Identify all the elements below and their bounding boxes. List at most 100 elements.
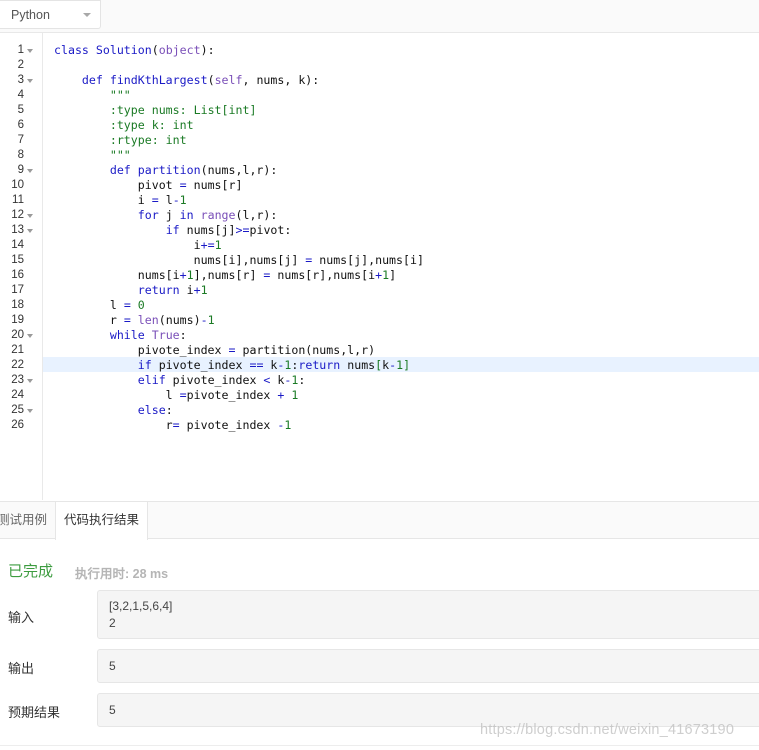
code-token: ( <box>151 43 159 57</box>
language-select[interactable]: Python <box>0 0 101 29</box>
code-line: i+=1 <box>54 238 222 253</box>
code-token: + <box>193 283 201 297</box>
code-token: :rtype: int <box>109 133 187 147</box>
fold-arrow-icon[interactable] <box>27 79 33 83</box>
code-token: pivote_index <box>186 388 278 402</box>
code-token: def <box>109 163 138 177</box>
code-token: = <box>179 178 187 192</box>
code-token: pivote_index <box>158 358 250 372</box>
code-token: 1 <box>186 268 194 282</box>
code-token: nums[i],nums[j] <box>54 253 306 267</box>
input-value-box: [3,2,1,5,6,4] 2 <box>97 590 759 639</box>
code-token: (nums,l,r): <box>200 163 278 177</box>
line-number: 3 <box>17 74 24 86</box>
code-token: ): <box>200 43 215 57</box>
code-line: """ <box>54 88 131 103</box>
code-token: object <box>158 43 201 57</box>
code-token: self <box>214 73 243 87</box>
line-number: 17 <box>11 284 24 296</box>
line-number: 2 <box>17 59 24 71</box>
fold-arrow-icon[interactable] <box>27 409 33 413</box>
divider <box>0 745 759 746</box>
code-token: range <box>200 208 236 222</box>
code-line: :type nums: List[int] <box>54 103 257 118</box>
tab-testcase[interactable]: 测试用例 <box>0 502 55 539</box>
code-token: ] <box>389 268 397 282</box>
code-token: class <box>54 43 96 57</box>
fold-arrow-icon[interactable] <box>27 214 33 218</box>
code-line: if nums[j]>=pivot: <box>54 223 292 238</box>
fold-arrow-icon[interactable] <box>27 169 33 173</box>
code-token: partition <box>137 163 201 177</box>
code-token: Solution <box>95 43 152 57</box>
line-number: 15 <box>11 254 24 266</box>
fold-arrow-icon[interactable] <box>27 379 33 383</box>
code-token: , nums, k): <box>242 73 320 87</box>
code-line: for j in range(l,r): <box>54 208 278 223</box>
code-token: >= <box>235 223 250 237</box>
code-token: = <box>179 388 187 402</box>
code-token: """ <box>109 148 131 162</box>
code-token: for <box>137 208 166 222</box>
line-number: 16 <box>11 269 24 281</box>
code-token: - <box>200 313 208 327</box>
code-token: (nums) <box>158 313 201 327</box>
result-tab-bar: 测试用例 代码执行结果 <box>0 501 759 540</box>
code-token: = <box>151 193 159 207</box>
expected-value: 5 <box>109 703 116 717</box>
fold-arrow-icon[interactable] <box>27 229 33 233</box>
code-token: + <box>179 268 187 282</box>
tab-result[interactable]: 代码执行结果 <box>55 502 148 540</box>
code-token: 1 <box>284 418 292 432</box>
code-token: ] <box>403 358 411 372</box>
line-number: 11 <box>12 194 24 206</box>
code-line: if pivote_index == k-1:return nums[k-1] <box>54 358 410 373</box>
watermark: https://blog.csdn.net/weixin_41673190 <box>480 722 735 738</box>
code-token: in <box>179 208 201 222</box>
fold-arrow-icon[interactable] <box>27 334 33 338</box>
line-number: 24 <box>11 389 24 401</box>
code-token: j <box>165 208 180 222</box>
code-line: pivot = nums[r] <box>54 178 243 193</box>
input-line: 2 <box>109 616 116 630</box>
code-token: r <box>54 418 173 432</box>
output-value-box: 5 <box>97 649 759 683</box>
editor-toolbar: Python <box>0 0 759 33</box>
fold-arrow-icon[interactable] <box>27 49 33 53</box>
code-editor[interactable]: 1 2 3 4 5 6 7 8 9 10 11 12 13 14 15 16 17 18 19 20 21 22 23 24 2… <box>0 33 759 500</box>
code-line: :type k: int <box>54 118 194 133</box>
code-token: :type nums: List[int] <box>109 103 257 117</box>
code-line: pivote_index = partition(nums,l,r) <box>54 343 375 358</box>
line-number: 26 <box>11 419 24 431</box>
code-token: = <box>228 343 236 357</box>
code-token: 0 <box>137 298 145 312</box>
code-token: = <box>172 418 180 432</box>
line-number-gutter: 1 2 3 4 5 6 7 8 9 10 11 12 13 14 15 16 17 18 19 20 21 22 23 24 2… <box>0 33 43 500</box>
code-token: 1 <box>200 283 208 297</box>
code-line: elif pivote_index < k-1: <box>54 373 306 388</box>
code-area[interactable]: class Solution(object): def findKthLarge… <box>43 33 759 500</box>
code-line: while True: <box>54 328 187 343</box>
code-token: r <box>54 313 124 327</box>
code-token: (l,r): <box>235 208 278 222</box>
code-token: if <box>165 223 187 237</box>
code-token: pivot: <box>249 223 292 237</box>
language-select-value: Python <box>11 7 50 22</box>
code-token: nums[j] <box>186 223 236 237</box>
code-token: l <box>158 193 173 207</box>
code-line: def findKthLargest(self, nums, k): <box>54 73 319 88</box>
code-token: pivote_index <box>172 373 264 387</box>
code-token: 1 <box>207 313 215 327</box>
code-token: if <box>137 358 159 372</box>
